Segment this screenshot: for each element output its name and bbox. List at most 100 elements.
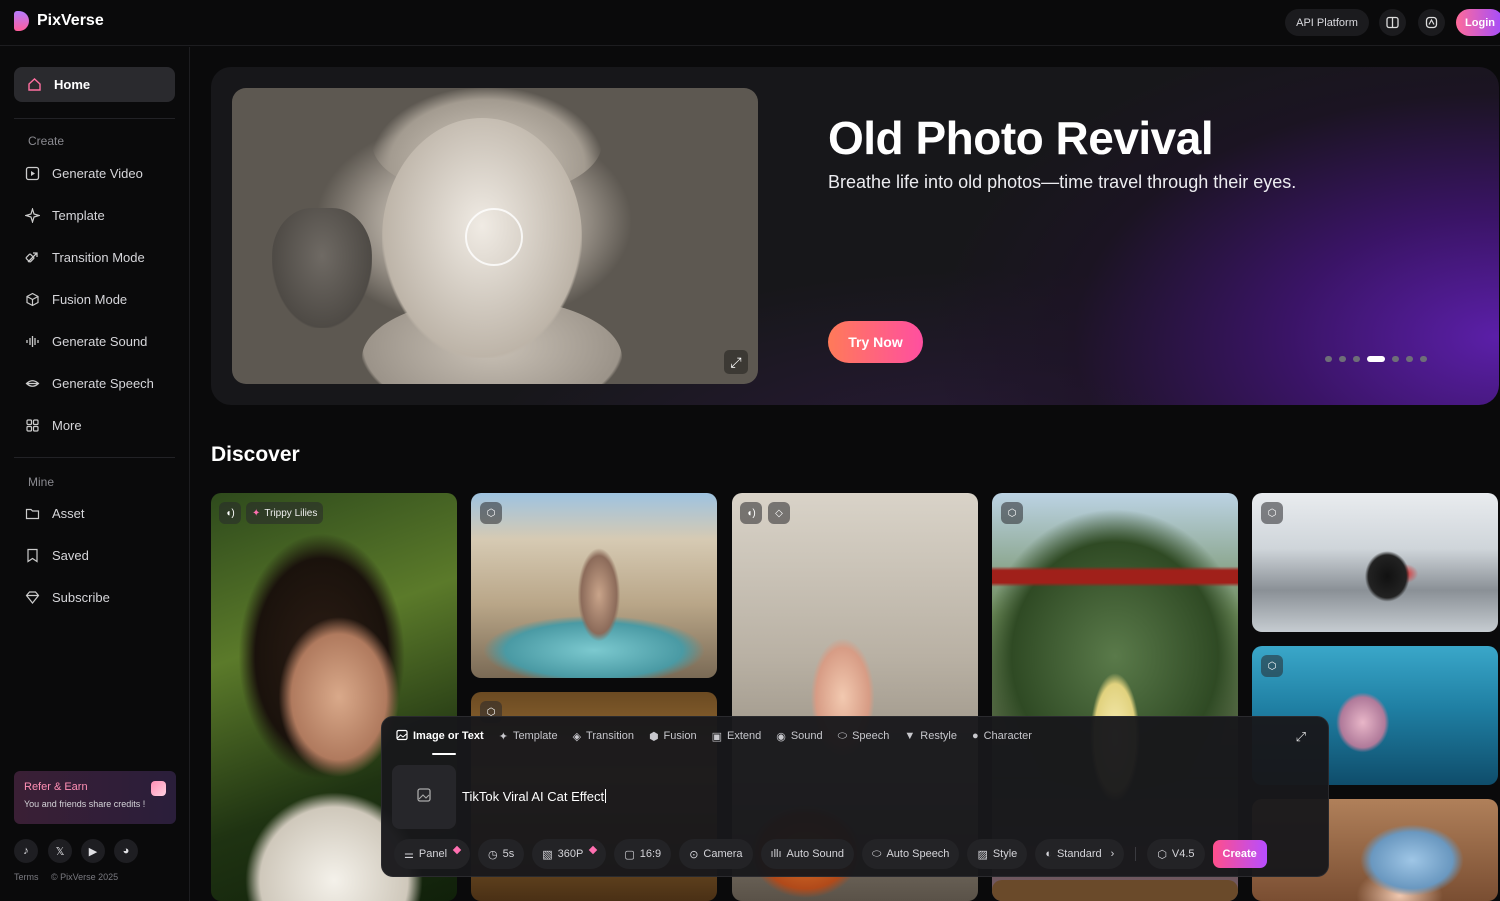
sidebar-item-label: Fusion Mode [52,291,128,307]
lips-icon: ⬭ [872,847,882,860]
chip-label: Auto Speech [886,848,950,860]
tab-transition[interactable]: ◈ Transition [573,728,634,744]
sidebar-item-label: Generate Video [52,165,143,181]
lips-icon [24,375,40,391]
discover-card[interactable]: ⬡ [1252,493,1498,632]
extend-icon: ▣ [711,730,722,743]
model-version-chip[interactable]: ⬡ V4.5 [1147,839,1205,869]
sidebar-item-asset[interactable]: Asset [24,502,85,524]
discover-card[interactable]: ⬡ [471,493,717,678]
login-button[interactable]: Login [1456,9,1500,36]
style-chip[interactable]: ▨ Style [967,839,1028,869]
try-now-button[interactable]: Try Now [828,321,923,363]
folder-icon [24,505,40,521]
sidebar-item-fusion-mode[interactable]: Fusion Mode [24,288,127,310]
hero-image-hand [272,208,372,328]
sidebar-item-generate-video[interactable]: Generate Video [24,162,143,184]
sidebar-item-label: Generate Sound [52,333,148,349]
panel-chip[interactable]: ⚌ Panel [394,839,471,869]
sidebar-item-label: Saved [52,547,89,563]
effect-tag[interactable]: ✦ Trippy Lilies [246,502,324,524]
mode-tabs: Image or Text ✦ Template ◈ Transition ⬢ … [396,728,1032,744]
quality-chip[interactable]: ◐ Standard › [1035,839,1125,869]
refer-title: Refer & Earn [24,781,88,793]
expand-icon[interactable]: ⤢ [724,350,748,374]
generation-composer: Image or Text ✦ Template ◈ Transition ⬢ … [381,716,1329,877]
tab-label: Speech [852,730,890,742]
pixverse-logo[interactable]: PixVerse [14,11,104,31]
hero-image-ring [465,208,523,266]
create-button[interactable]: Create [1212,840,1267,868]
discover-card[interactable] [992,880,1238,901]
carousel-dot[interactable] [1367,356,1385,362]
expand-icon[interactable]: ⤢ [1296,729,1306,745]
camera-chip[interactable]: ⊙ Camera [679,839,753,869]
carousel-dot[interactable] [1420,356,1427,362]
create-section-title: Create [28,134,65,148]
auto-speech-chip[interactable]: ⬭ Auto Speech [862,839,960,869]
tab-image-or-text[interactable]: Image or Text [396,728,484,744]
tab-sound[interactable]: ◉ Sound [776,728,822,744]
sidebar-item-label: Asset [52,505,85,521]
sidebar-item-label: More [52,417,82,433]
image-icon [396,729,408,744]
sidebar: Home Create Generate Video Template Tran… [0,47,190,901]
sidebar-divider [14,457,175,458]
terms-link[interactable]: Terms [14,872,39,882]
cube-icon: ⬡ [480,502,502,524]
carousel-dot[interactable] [1339,356,1346,362]
carousel-dot[interactable] [1406,356,1413,362]
x-icon[interactable]: 𝕏 [48,839,72,863]
chevron-right-icon: › [1110,848,1115,860]
home-icon [26,77,42,93]
youtube-icon[interactable]: ▶ [81,839,105,863]
sidebar-item-subscribe[interactable]: Subscribe [24,586,110,608]
chip-label: Panel [418,848,448,860]
sidebar-item-generate-sound[interactable]: Generate Sound [24,330,147,352]
clock-icon: ◷ [488,848,498,861]
sidebar-divider [14,118,175,119]
sidebar-item-saved[interactable]: Saved [24,544,89,566]
transition-icon: ◈ [572,730,582,743]
sidebar-item-more[interactable]: More [24,414,82,436]
prompt-input[interactable]: TikTok Viral AI Cat Effect [462,789,607,804]
transition-icon [24,249,40,265]
image-upload-button[interactable] [392,765,456,829]
soundwave-icon [24,333,40,349]
lips-icon: ⬭ [837,729,848,742]
sparkle-icon [24,207,40,223]
carousel-dot[interactable] [1325,356,1332,362]
tab-label: Transition [586,730,634,742]
discord-icon[interactable]: ◕ [114,839,138,863]
chip-label: Standard [1056,848,1102,860]
auto-sound-chip[interactable]: ıllı Auto Sound [760,839,855,869]
carousel-dot[interactable] [1392,356,1399,362]
tiktok-icon[interactable]: ♪ [14,839,38,863]
carousel-dot[interactable] [1353,356,1360,362]
app-download-icon[interactable] [1418,9,1445,36]
tab-fusion[interactable]: ⬢ Fusion [649,728,697,744]
refer-and-earn-banner[interactable]: Refer & Earn You and friends share credi… [14,771,176,824]
tab-restyle[interactable]: ▼ Restyle [904,728,957,744]
tab-speech[interactable]: ⬭ Speech [838,728,890,744]
aspect-ratio-chip[interactable]: ▢ 16:9 [614,839,672,869]
transition-icon: ◇ [768,502,790,524]
sound-icon: ◉ [776,730,786,743]
tab-extend[interactable]: ▣ Extend [712,728,762,744]
sidebar-item-home[interactable]: Home [14,67,175,102]
tab-character[interactable]: ● Character [972,728,1032,744]
sidebar-item-transition-mode[interactable]: Transition Mode [24,246,145,268]
hero-title: Old Photo Revival [828,112,1214,164]
style-icon: ▨ [977,848,988,861]
layout-icon[interactable] [1379,9,1406,36]
sidebar-item-generate-speech[interactable]: Generate Speech [24,372,154,394]
tab-template[interactable]: ✦ Template [499,728,558,744]
hero-image[interactable]: ⤢ [232,88,758,384]
resolution-chip[interactable]: ▧ 360P [532,839,607,869]
sidebar-item-template[interactable]: Template [24,204,105,226]
sound-icon: ◖) [219,502,241,524]
duration-chip[interactable]: ◷ 5s [478,839,525,869]
quality-icon: ◐ [1045,848,1052,860]
video-icon [24,165,40,181]
api-platform-button[interactable]: API Platform [1285,9,1369,36]
